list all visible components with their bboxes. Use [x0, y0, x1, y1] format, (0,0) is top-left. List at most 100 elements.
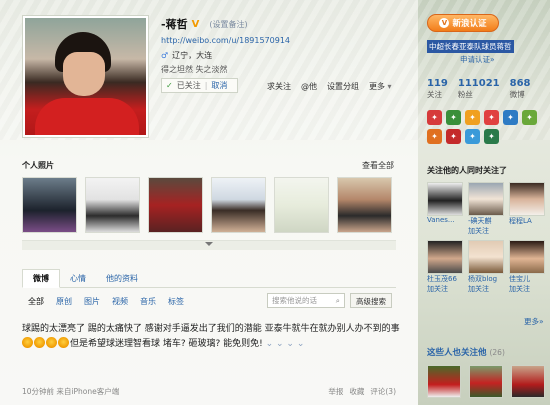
profile-signature: 得之坦然 失之淡然 [161, 65, 228, 74]
profile-location: ♂ 辽宁，大连 [161, 50, 212, 61]
photo-thumbnail[interactable] [85, 177, 140, 233]
mutual-person[interactable]: 佳宝儿 加关注 [509, 240, 545, 294]
stat-following[interactable]: 119 关注 [427, 78, 448, 100]
photo-thumbnail[interactable] [211, 177, 266, 233]
person-avatar[interactable] [427, 365, 461, 398]
photo-thumbnail[interactable] [22, 177, 77, 233]
profile-actions: 求关注 @他 设置分组 更多 ▾ [267, 81, 392, 92]
avatar-image [25, 18, 146, 135]
profile-stats: 119 关注 111021 粉丝 868 微博 [427, 78, 531, 100]
verify-badge-label: 新浪认证 [452, 19, 487, 29]
medal-icon[interactable]: ✦ [465, 129, 480, 144]
filter-all[interactable]: 全部 [28, 296, 44, 307]
more-mutual-link[interactable]: 更多» [524, 316, 544, 327]
profile-url[interactable]: http://weibo.com/u/1891570914 [161, 36, 290, 45]
photo-thumbnail[interactable] [337, 177, 392, 233]
emoticon-icon [46, 337, 57, 348]
profile-name: -蒋哲 [161, 18, 188, 31]
person-avatar[interactable] [427, 182, 463, 216]
search-icon[interactable]: ⌕ [336, 296, 340, 306]
also-follow-title: 这些人也关注他 (26) [427, 348, 505, 358]
medal-icon[interactable]: ✦ [484, 110, 499, 125]
person-avatar[interactable] [509, 182, 545, 216]
view-all-photos-link[interactable]: 查看全部 [362, 160, 394, 171]
request-follow-button[interactable]: 求关注 [267, 81, 291, 92]
mutual-person[interactable]: 杨双blog 加关注 [468, 240, 504, 294]
medal-icon[interactable]: ✦ [484, 129, 499, 144]
post-text-continued: 但是希望球迷理智看球 堵车? 砸玻璃? 能免则免! [70, 339, 263, 349]
filter-tags[interactable]: 标签 [168, 296, 184, 307]
person-avatar[interactable] [468, 240, 504, 274]
location-text: 辽宁，大连 [172, 51, 213, 60]
filter-music[interactable]: 音乐 [140, 296, 156, 307]
medal-icons: ✦ ✦ ✦ ✦ ✦ ✦ ✦ ✦ ✦ ✦ [427, 110, 542, 144]
emoticon-icon [34, 337, 45, 348]
feed-filters: 全部 原创 图片 视频 音乐 标签 [28, 296, 184, 307]
more-menu-button[interactable]: 更多 ▾ [369, 81, 392, 92]
stat-followers[interactable]: 111021 粉丝 [458, 78, 500, 100]
certification-text: 中超长春亚泰队球员蒋哲 [427, 40, 514, 53]
verified-icon[interactable]: V [192, 19, 200, 30]
follow-status-box: ✓ 已关注 | 取消 [161, 78, 238, 93]
advanced-search-button[interactable]: 高级搜索 [350, 293, 392, 308]
mutual-follow-grid: Vanes... -碘天麒 加关注 程程LA 杜玉茂66 加关注 杨双blog … [427, 182, 547, 294]
profile-tabs: 微博 心情 他的资料 [22, 269, 396, 288]
medal-icon[interactable]: ✦ [427, 110, 442, 125]
follow-status: 已关注 [176, 81, 201, 90]
medal-icon[interactable]: ✦ [446, 110, 461, 125]
expand-icon[interactable]: ⌄ ⌄ ⌄ ⌄ [266, 339, 305, 349]
profile-name-row: -蒋哲 V (设置备注) [161, 16, 248, 32]
search-placeholder: 搜索他说的话 [272, 296, 317, 305]
post-time-source: 10分钟前 来自iPhone客户端 [22, 387, 120, 396]
photo-thumbnail[interactable] [148, 177, 203, 233]
feed-search-input[interactable]: 搜索他说的话 ⌕ [267, 293, 345, 308]
profile-avatar[interactable] [22, 15, 149, 138]
medal-icon[interactable]: ✦ [446, 129, 461, 144]
person-avatar[interactable] [511, 365, 545, 398]
also-follow-list [427, 365, 545, 398]
stat-posts[interactable]: 868 微博 [510, 78, 531, 100]
mutual-follow-title: 关注他的人同时关注了 [427, 166, 507, 175]
favorite-link[interactable]: 收藏 [349, 386, 364, 397]
check-icon: ✓ [166, 81, 173, 90]
chevron-down-icon: ▾ [387, 82, 392, 91]
apply-verify-link[interactable]: 申请认证» [460, 54, 495, 65]
weibo-post: 球踢的太漂亮了 踢的太痛快了 感谢对手逼发出了我们的潜能 亚泰牛就牛在就办别人办… [22, 322, 402, 352]
unfollow-button[interactable]: 取消 [211, 80, 227, 91]
tab-profile-info[interactable]: 他的资料 [96, 270, 148, 287]
male-icon: ♂ [161, 51, 169, 60]
post-meta: 10分钟前 来自iPhone客户端 举报 收藏 评论(3) [22, 386, 396, 397]
set-remark-link[interactable]: (设置备注) [209, 19, 247, 30]
emoticon-icon [58, 337, 69, 348]
expand-arrow-icon[interactable] [205, 242, 213, 246]
divider: | [204, 81, 208, 90]
filter-original[interactable]: 原创 [56, 296, 72, 307]
person-avatar[interactable] [469, 365, 503, 398]
verified-v-icon: V [439, 18, 450, 28]
sina-verify-badge[interactable]: V 新浪认证 [427, 14, 499, 32]
medal-icon[interactable]: ✦ [427, 129, 442, 144]
post-text: 球踢的太漂亮了 踢的太痛快了 感谢对手逼发出了我们的潜能 亚泰牛就牛在就办别人办… [22, 324, 400, 334]
photo-thumbnail[interactable] [274, 177, 329, 233]
emoticon-icon [22, 337, 33, 348]
comment-link[interactable]: 评论(3) [370, 386, 396, 397]
tab-mood[interactable]: 心情 [60, 270, 96, 287]
photos-title: 个人照片 [22, 161, 54, 170]
medal-icon[interactable]: ✦ [465, 110, 480, 125]
filter-images[interactable]: 图片 [84, 296, 100, 307]
mention-button[interactable]: @他 [301, 81, 317, 92]
person-avatar[interactable] [468, 182, 504, 216]
medal-icon[interactable]: ✦ [503, 110, 518, 125]
tab-weibo[interactable]: 微博 [22, 269, 60, 288]
medal-icon[interactable]: ✦ [522, 110, 537, 125]
photo-strip [22, 177, 392, 233]
person-avatar[interactable] [509, 240, 545, 274]
mutual-person[interactable]: 程程LA [509, 182, 545, 236]
mutual-person[interactable]: 杜玉茂66 加关注 [427, 240, 463, 294]
person-avatar[interactable] [427, 240, 463, 274]
set-group-button[interactable]: 设置分组 [327, 81, 359, 92]
mutual-person[interactable]: -碘天麒 加关注 [468, 182, 504, 236]
report-link[interactable]: 举报 [328, 386, 343, 397]
filter-video[interactable]: 视频 [112, 296, 128, 307]
mutual-person[interactable]: Vanes... [427, 182, 463, 236]
